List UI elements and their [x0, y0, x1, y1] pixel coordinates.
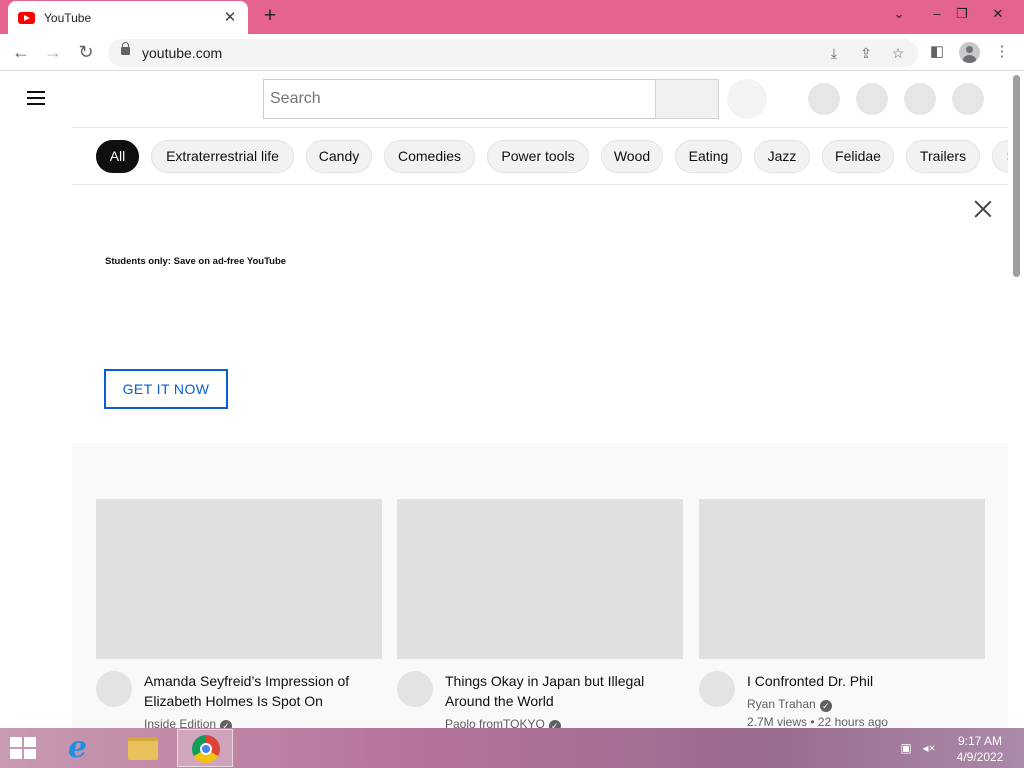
channel-name[interactable]: Inside Edition ✓	[144, 717, 233, 728]
video-thumbnail[interactable]	[96, 499, 382, 659]
chip-power-tools[interactable]: Power tools	[487, 140, 589, 173]
channel-avatar[interactable]	[397, 671, 433, 707]
windows-start-icon[interactable]	[10, 737, 38, 761]
network-icon[interactable]: ▣	[898, 740, 914, 756]
address-bar[interactable]: youtube.com ⤓ ⇪ ☆	[108, 39, 918, 67]
header-icon-placeholder-2[interactable]	[856, 83, 888, 115]
clock-time: 9:17 AM	[957, 734, 1003, 748]
tab-search-chevron-icon[interactable]: ⌄	[887, 4, 911, 24]
video-card[interactable]: Things Okay in Japan but Illegal Around …	[397, 499, 683, 728]
file-explorer-taskbar-button[interactable]	[115, 729, 171, 767]
browser-tab-youtube[interactable]: YouTube ✕	[8, 1, 248, 34]
video-thumbnail[interactable]	[699, 499, 985, 659]
tab-close-icon[interactable]: ✕	[222, 9, 238, 26]
search-button[interactable]	[655, 79, 719, 119]
browser-tab-strip: YouTube ✕ + ⌄ – ❐ ✕	[0, 0, 1024, 34]
bookmark-star-icon[interactable]: ☆	[888, 44, 908, 64]
promo-banner-text: Students only: Save on ad-free YouTube	[105, 256, 287, 267]
system-clock[interactable]: 9:17 AM 4/9/2022	[950, 733, 1010, 765]
install-app-icon[interactable]: ⤓	[824, 44, 844, 64]
banner-close-icon[interactable]	[972, 198, 994, 220]
channel-name-text[interactable]: Ryan Trahan	[747, 697, 816, 711]
chip-all[interactable]: All	[96, 140, 139, 173]
video-title[interactable]: I Confronted Dr. Phil	[747, 671, 977, 691]
chip-candy[interactable]: Candy	[306, 140, 372, 173]
minimize-button[interactable]: –	[925, 4, 949, 24]
channel-name[interactable]: Ryan Trahan ✓	[747, 697, 832, 712]
side-panel-icon[interactable]: ◧	[926, 42, 948, 64]
back-arrow-icon[interactable]: ←	[9, 41, 33, 65]
get-it-now-button[interactable]: GET IT NOW	[104, 369, 228, 409]
chrome-menu-icon[interactable]: ⋮	[991, 42, 1013, 64]
guide-menu-icon[interactable]	[27, 91, 45, 105]
scrollbar-thumb[interactable]	[1013, 75, 1020, 277]
verified-check-icon: ✓	[819, 700, 832, 712]
reload-icon[interactable]: ↻	[74, 41, 98, 65]
profile-avatar-icon[interactable]	[959, 42, 980, 63]
header-icon-placeholder-3[interactable]	[904, 83, 936, 115]
forward-arrow-icon[interactable]: →	[41, 41, 65, 65]
tab-title: YouTube	[44, 10, 92, 25]
chip-partial[interactable]: S	[992, 140, 1008, 173]
youtube-page: All Extraterrestrial life Candy Comedies…	[0, 71, 1024, 728]
verified-check-icon: ✓	[548, 720, 561, 728]
channel-avatar[interactable]	[96, 671, 132, 707]
video-thumbnail[interactable]	[397, 499, 683, 659]
windows-taskbar: e ▣ ◂× 9:17 AM 4/9/2022	[0, 728, 1024, 768]
video-title[interactable]: Amanda Seyfreid’s Impression of Elizabet…	[144, 671, 374, 711]
chrome-icon	[192, 735, 220, 763]
speaker-muted-icon[interactable]: ◂×	[921, 740, 937, 756]
category-chips-bar: All Extraterrestrial life Candy Comedies…	[72, 127, 1008, 185]
channel-name-text[interactable]: Paolo fromTOKYO	[445, 717, 545, 728]
verified-check-icon: ✓	[220, 720, 233, 728]
video-title[interactable]: Things Okay in Japan but Illegal Around …	[445, 671, 675, 711]
close-window-button[interactable]: ✕	[986, 4, 1010, 24]
browser-toolbar: ← → ↻ youtube.com ⤓ ⇪ ☆ ◧ ⋮	[0, 34, 1024, 71]
clock-date: 4/9/2022	[956, 750, 1004, 764]
header-icon-placeholder-4[interactable]	[952, 83, 984, 115]
voice-search-placeholder[interactable]	[727, 79, 767, 119]
chip-extraterrestrial-life[interactable]: Extraterrestrial life	[151, 140, 294, 173]
header-icon-placeholder-1[interactable]	[808, 83, 840, 115]
search-input[interactable]	[263, 79, 656, 119]
channel-avatar[interactable]	[699, 671, 735, 707]
share-icon[interactable]: ⇪	[856, 44, 876, 64]
new-tab-button[interactable]: +	[259, 5, 281, 28]
video-meta: 2.7M views • 22 hours ago	[747, 715, 888, 728]
chip-comedies[interactable]: Comedies	[384, 140, 475, 173]
channel-name-text[interactable]: Inside Edition	[144, 717, 216, 728]
chip-felidae[interactable]: Felidae	[822, 140, 894, 173]
video-card[interactable]: Amanda Seyfreid’s Impression of Elizabet…	[96, 499, 382, 728]
address-url[interactable]: youtube.com	[142, 45, 222, 61]
video-feed: Amanda Seyfreid’s Impression of Elizabet…	[72, 443, 1008, 728]
folder-icon	[128, 737, 158, 760]
internet-explorer-taskbar-button[interactable]: e	[54, 729, 110, 767]
chip-wood[interactable]: Wood	[601, 140, 663, 173]
chip-jazz[interactable]: Jazz	[754, 140, 810, 173]
lock-icon[interactable]	[121, 42, 130, 55]
internet-explorer-icon: e	[68, 730, 88, 765]
chip-eating[interactable]: Eating	[675, 140, 742, 173]
youtube-favicon-icon	[18, 11, 35, 24]
channel-name[interactable]: Paolo fromTOKYO ✓	[445, 717, 561, 728]
chip-trailers[interactable]: Trailers	[906, 140, 980, 173]
video-card[interactable]: I Confronted Dr. Phil Ryan Trahan ✓ 2.7M …	[699, 499, 985, 728]
restore-button[interactable]: ❐	[950, 4, 974, 24]
chrome-taskbar-button[interactable]	[177, 729, 233, 767]
